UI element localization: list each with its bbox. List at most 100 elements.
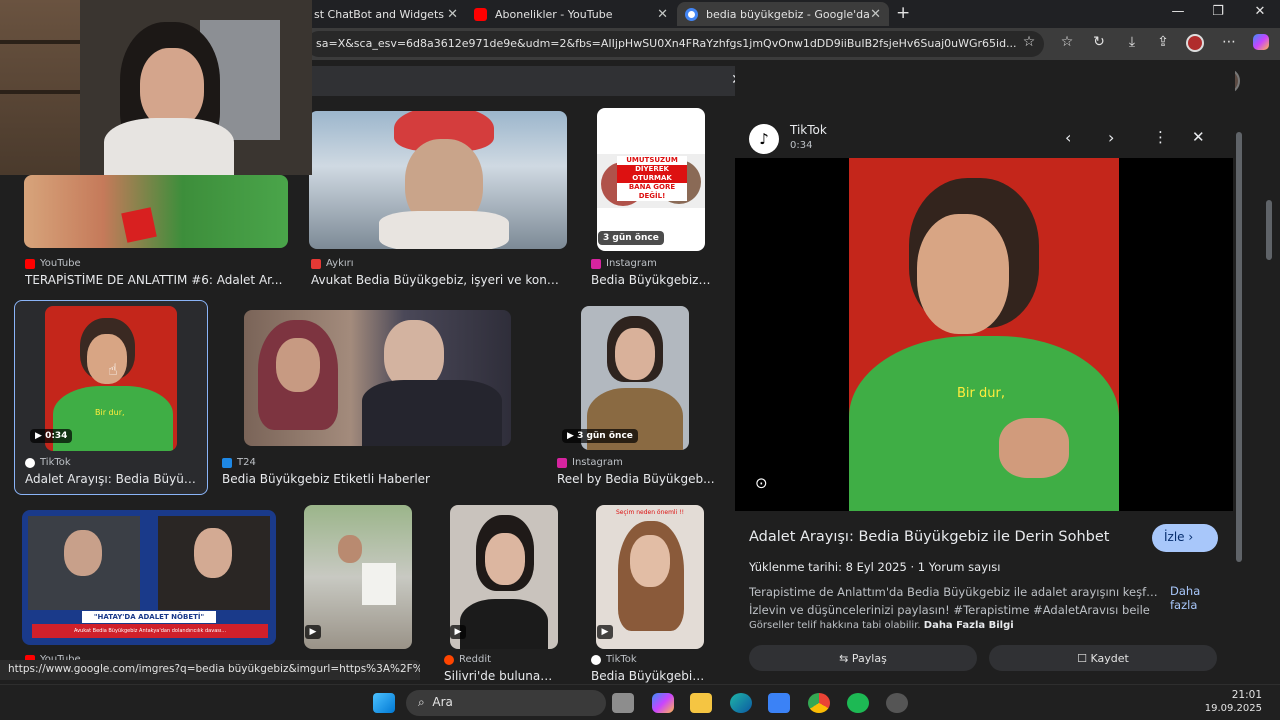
share-button[interactable]: ⇆ Paylaş bbox=[749, 645, 977, 671]
red-book-shape bbox=[121, 207, 157, 243]
panel-source[interactable]: TikTok bbox=[790, 123, 827, 137]
video-frame: Bir dur, bbox=[849, 158, 1119, 511]
more-vert-icon[interactable]: ⋮ bbox=[1153, 128, 1168, 146]
lens-search-icon[interactable]: ⊙ bbox=[755, 474, 768, 492]
result-source-1: YouTube bbox=[25, 258, 81, 269]
more-icon[interactable]: ⋯ bbox=[1218, 34, 1240, 54]
store-icon[interactable] bbox=[768, 693, 790, 713]
shirt-shape bbox=[104, 118, 234, 175]
video-subtitle: Bir dur, bbox=[95, 408, 125, 417]
upload-date: Yüklenme tarihi: 8 Eyl 2025 · 1 Yorum sa… bbox=[749, 560, 1001, 574]
edge-icon[interactable] bbox=[730, 693, 752, 713]
duration-badge: ▶ 0:34 bbox=[30, 429, 73, 443]
favorites-icon[interactable]: ☆ bbox=[1056, 34, 1078, 54]
result-caption-1[interactable]: TERAPİSTİME DE ANLATTIM #6: Adalet Ar... bbox=[25, 273, 290, 287]
top-text: Seçim neden önemli !! bbox=[616, 509, 684, 516]
copilot-icon[interactable] bbox=[1250, 34, 1272, 54]
tab-google[interactable]: bedia büyükgebiz - Google'da Ar ✕ bbox=[677, 2, 889, 26]
black-top-shape bbox=[460, 599, 548, 649]
youtube-icon bbox=[25, 258, 35, 269]
taskbar-search[interactable]: ⌕ Ara bbox=[406, 690, 606, 716]
close-window-icon[interactable]: ✕ bbox=[1240, 4, 1280, 24]
result-thumb-9[interactable] bbox=[450, 505, 558, 649]
tab-label: bedia büyükgebiz - Google'da Ar bbox=[706, 7, 871, 21]
panel-title[interactable]: Adalet Arayışı: Bedia Büyükgebiz ile Der… bbox=[749, 529, 1109, 545]
face-shape bbox=[87, 334, 127, 384]
result-caption-4[interactable]: Adalet Arayışı: Bedia Büyük... bbox=[25, 472, 200, 486]
link-status-bar: https://www.google.com/imgres?q=bedia bü… bbox=[0, 660, 420, 680]
face-shape bbox=[615, 328, 655, 380]
instagram-icon bbox=[557, 457, 567, 468]
copilot-icon[interactable] bbox=[652, 693, 674, 713]
tiktok-icon: ♪ bbox=[749, 124, 779, 154]
file-explorer-icon[interactable] bbox=[690, 693, 712, 713]
result-thumb-5[interactable] bbox=[244, 310, 511, 446]
play-icon: ▶ bbox=[305, 625, 321, 639]
hand-cursor-icon: ☝ bbox=[108, 360, 118, 379]
tab-label: Abonelikler - YouTube bbox=[495, 7, 613, 21]
tiktok-icon bbox=[591, 654, 601, 665]
result-caption-3[interactable]: Bedia Büyükgebiz ... bbox=[591, 273, 711, 287]
scarf-shape bbox=[379, 211, 509, 249]
video-subtitle: Bir dur, bbox=[957, 386, 1005, 401]
start-icon[interactable] bbox=[373, 693, 395, 713]
shelf-line bbox=[0, 40, 80, 44]
search-icon: ⌕ bbox=[418, 695, 425, 709]
minimize-icon[interactable]: — bbox=[1158, 4, 1198, 24]
quote-overlay: UMUTSUZUM DİYEREK OTURMAK BANA GÖRE DEĞİ… bbox=[617, 156, 687, 201]
download-icon[interactable]: ⤓ bbox=[1121, 34, 1143, 54]
address-bar[interactable]: sa=X&sca_esv=6d8a3612e971de9e&udm=2&fbs=… bbox=[306, 31, 1044, 57]
description-line-2: İzlevin ve düşüncelerinizi paylasın! #Te… bbox=[749, 603, 1150, 617]
more-link[interactable]: Daha fazla bbox=[1170, 584, 1220, 612]
task-view-icon[interactable] bbox=[612, 693, 634, 713]
maximize-icon[interactable]: ❐ bbox=[1198, 4, 1238, 24]
play-icon: ▶ bbox=[450, 625, 466, 639]
result-caption-6[interactable]: Reel by Bedia Büyükgeb... bbox=[557, 472, 715, 486]
face-shape bbox=[276, 338, 320, 392]
result-source-4: TikTok bbox=[25, 457, 71, 468]
preview-panel: ♪ TikTok 0:34 ‹ › ⋮ ✕ Bir dur, ⊙ Adalet … bbox=[735, 60, 1235, 685]
result-caption-2[interactable]: Avukat Bedia Büyükgebiz, işyeri ve konut… bbox=[311, 273, 566, 287]
green-shirt-shape bbox=[849, 336, 1119, 511]
history-icon[interactable]: ↻ bbox=[1088, 34, 1110, 54]
video-preview[interactable]: Bir dur, ⊙ bbox=[735, 158, 1233, 511]
tab-chatbot[interactable]: st ChatBot and Widgets fo ✕ bbox=[306, 2, 466, 26]
page-scrollbar[interactable] bbox=[1266, 200, 1272, 260]
chrome-icon[interactable] bbox=[808, 693, 830, 713]
result-caption-5[interactable]: Bedia Büyükgebiz Etiketli Haberler bbox=[222, 472, 522, 486]
profile-icon[interactable] bbox=[1184, 34, 1206, 54]
result-source-3: Instagram bbox=[591, 258, 657, 269]
share-icon[interactable]: ⇪ bbox=[1152, 34, 1174, 54]
windows-taskbar: ⌕ Ara 21:01 19.09.2025 bbox=[0, 684, 1280, 720]
app-icon[interactable] bbox=[886, 693, 908, 713]
close-icon[interactable]: ✕ bbox=[447, 7, 458, 22]
face-shape bbox=[194, 528, 232, 578]
tab-youtube[interactable]: Abonelikler - YouTube ✕ bbox=[466, 2, 676, 26]
plus-icon[interactable]: + bbox=[896, 3, 910, 23]
copyright-notice: Görseller telif hakkına tabi olabilir. D… bbox=[749, 620, 1014, 631]
close-panel-icon[interactable]: ✕ bbox=[1192, 128, 1205, 146]
more-info-link[interactable]: Daha Fazla Bilgi bbox=[924, 620, 1014, 631]
close-icon[interactable]: ✕ bbox=[657, 7, 668, 22]
result-thumb-7[interactable]: "HATAY'DA ADALET NÖBETİ" Avukat Bedia Bü… bbox=[22, 510, 276, 645]
prev-icon[interactable]: ‹ bbox=[1065, 128, 1071, 147]
result-source-10: TikTok bbox=[591, 654, 637, 665]
result-thumb-2[interactable] bbox=[309, 111, 567, 249]
result-thumb-1[interactable] bbox=[24, 175, 288, 248]
clock-date[interactable]: 19.09.2025 bbox=[1196, 703, 1262, 714]
star-icon[interactable]: ☆ bbox=[1018, 34, 1040, 54]
clock-time[interactable]: 21:01 bbox=[1222, 689, 1262, 701]
next-icon[interactable]: › bbox=[1108, 128, 1114, 147]
result-caption-9[interactable]: Silivri'de bulunan A... bbox=[444, 669, 558, 683]
save-button[interactable]: ☐ Kaydet bbox=[989, 645, 1217, 671]
face-shape bbox=[485, 533, 525, 585]
result-source-5: T24 bbox=[222, 457, 256, 468]
panel-scrollbar[interactable] bbox=[1234, 122, 1244, 662]
result-source-2: Aykırı bbox=[311, 258, 354, 269]
spotify-icon[interactable] bbox=[847, 693, 869, 713]
close-icon[interactable]: ✕ bbox=[870, 7, 881, 22]
result-thumb-3[interactable]: UMUTSUZUM DİYEREK OTURMAK BANA GÖRE DEĞİ… bbox=[597, 108, 705, 251]
watch-button[interactable]: İzle › bbox=[1152, 524, 1218, 552]
result-caption-10[interactable]: Bedia Büyükgebiz ... bbox=[591, 669, 705, 683]
face-shape bbox=[140, 48, 204, 128]
